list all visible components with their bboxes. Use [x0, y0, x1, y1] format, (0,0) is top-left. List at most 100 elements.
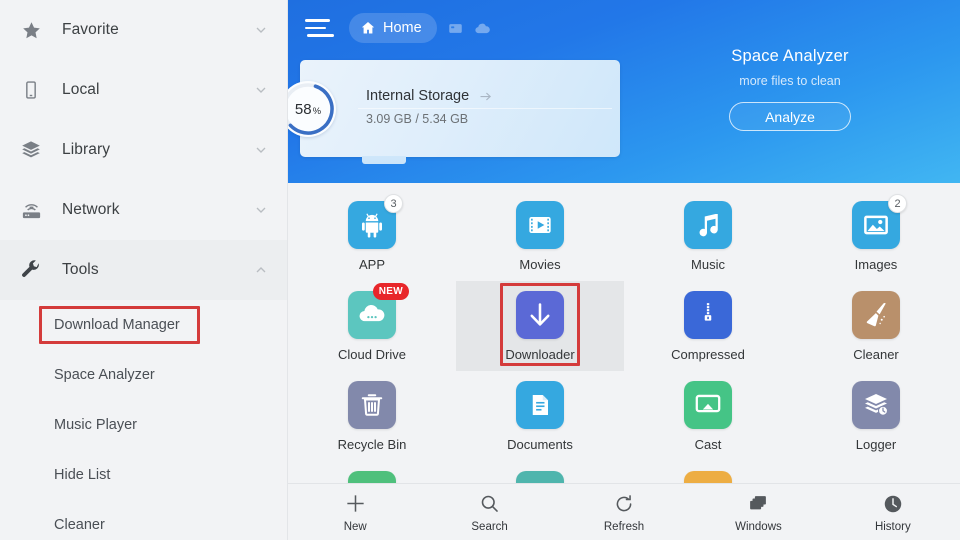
- grid-item-movies[interactable]: Movies: [456, 191, 624, 281]
- sidebar-group-network[interactable]: Network: [0, 180, 287, 240]
- arrow-right-icon[interactable]: [478, 89, 493, 104]
- router-wifi-icon: [16, 195, 46, 225]
- sidebar-group-label: Network: [62, 201, 120, 218]
- grid-item-partial-1[interactable]: [288, 461, 456, 483]
- home-icon: [360, 20, 376, 36]
- grid-item-recycle-bin[interactable]: Recycle Bin: [288, 371, 456, 461]
- storage-title-row: Internal Storage: [366, 88, 493, 104]
- chevron-down-icon[interactable]: [253, 22, 269, 38]
- video-file-icon: [516, 201, 564, 249]
- grid-item-label: APP: [358, 257, 385, 272]
- percent-sign: %: [312, 105, 322, 117]
- grid-item-label: Downloader: [505, 347, 575, 362]
- zip-file-icon: [684, 291, 732, 339]
- search-icon: [478, 492, 502, 516]
- header-banner: Home 58% Internal Storage 3.09 GB / 5.34…: [288, 0, 960, 183]
- sidebar-item-label: Hide List: [54, 467, 111, 483]
- bottom-nav-label: New: [343, 520, 367, 533]
- sidebar-group-label: Library: [62, 141, 111, 158]
- sidebar-group-label: Favorite: [62, 21, 119, 38]
- bottom-nav-new[interactable]: New: [288, 484, 422, 540]
- hamburger-icon[interactable]: [305, 17, 334, 39]
- logger-icon: [852, 381, 900, 429]
- file-manager-app: Favorite Local Library Network Tools Dow…: [0, 0, 960, 540]
- bottom-nav-windows[interactable]: Windows: [691, 484, 825, 540]
- trash-icon: [348, 381, 396, 429]
- sidebar-item-music-player[interactable]: Music Player: [0, 400, 287, 450]
- refresh-icon: [612, 492, 636, 516]
- main-content: Home 58% Internal Storage 3.09 GB / 5.34…: [288, 0, 960, 540]
- sidebar-item-label: Download Manager: [54, 317, 180, 333]
- phone-icon: [16, 75, 46, 105]
- storage-usage-text: 3.09 GB / 5.34 GB: [366, 112, 469, 126]
- sidebar-group-label: Local: [62, 81, 100, 98]
- badge-count: 2: [888, 194, 907, 213]
- space-analyzer-title: Space Analyzer: [731, 47, 849, 65]
- sidebar-group-library[interactable]: Library: [0, 120, 287, 180]
- apps-grid-scroll[interactable]: 3 APP Movies Music 2 Images NEW Cloud Dr…: [288, 183, 960, 483]
- storage-usage-ring: 58%: [288, 81, 336, 137]
- bottom-nav-refresh[interactable]: Refresh: [557, 484, 691, 540]
- chevron-up-icon[interactable]: [253, 262, 269, 278]
- grid-item-label: Cast: [694, 437, 722, 452]
- chevron-down-icon[interactable]: [253, 142, 269, 158]
- bottom-nav-search[interactable]: Search: [422, 484, 556, 540]
- grid-item-partial-2[interactable]: [456, 461, 624, 483]
- grid-item-downloader[interactable]: Downloader: [456, 281, 624, 371]
- analyze-button[interactable]: Analyze: [729, 102, 851, 131]
- grid-item-partial-3[interactable]: [624, 461, 792, 483]
- grid-item-label: Music: [691, 257, 725, 272]
- sidebar-item-label: Space Analyzer: [54, 367, 155, 383]
- grid-item-documents[interactable]: Documents: [456, 371, 624, 461]
- bottom-nav-label: Windows: [735, 520, 782, 533]
- sidebar-group-favorite[interactable]: Favorite: [0, 0, 287, 60]
- grid-item-label: Movies: [519, 257, 561, 272]
- storage-title: Internal Storage: [366, 88, 470, 104]
- windows-stack-icon: [746, 492, 770, 516]
- grid-item-logger[interactable]: Logger: [792, 371, 960, 461]
- chevron-down-icon[interactable]: [253, 82, 269, 98]
- grid-item-label: Recycle Bin: [337, 437, 407, 452]
- music-file-icon: [684, 201, 732, 249]
- grid-item-partial-4: [792, 461, 960, 483]
- bottom-nav-history[interactable]: History: [826, 484, 960, 540]
- bottom-nav-label: Search: [471, 520, 508, 533]
- tab-home[interactable]: Home: [349, 13, 437, 43]
- grid-item-music[interactable]: Music: [624, 191, 792, 281]
- window-tab-icon[interactable]: [448, 21, 463, 36]
- sidebar-item-download-manager[interactable]: Download Manager: [0, 300, 287, 350]
- chevron-down-icon[interactable]: [253, 202, 269, 218]
- wrench-icon: [16, 255, 46, 285]
- sidebar-group-local[interactable]: Local: [0, 60, 287, 120]
- grid-item-compressed[interactable]: Compressed: [624, 281, 792, 371]
- plus-icon: [343, 492, 367, 516]
- grid-item-label: Cleaner: [853, 347, 899, 362]
- partial-orange-icon: [684, 471, 732, 483]
- sidebar-item-hide-list[interactable]: Hide List: [0, 450, 287, 500]
- storage-percent-value: 58: [294, 100, 312, 118]
- badge-new: NEW: [372, 283, 409, 300]
- cloud-drive-icon: NEW: [348, 283, 409, 339]
- grid-item-cloud-drive[interactable]: NEW Cloud Drive: [288, 281, 456, 371]
- sidebar-item-cleaner[interactable]: Cleaner: [0, 500, 287, 540]
- cast-icon: [684, 381, 732, 429]
- sidebar-item-space-analyzer[interactable]: Space Analyzer: [0, 350, 287, 400]
- layers-icon: [16, 135, 46, 165]
- grid-item-app[interactable]: 3 APP: [288, 191, 456, 281]
- grid-item-images[interactable]: 2 Images: [792, 191, 960, 281]
- grid-item-label: Logger: [855, 437, 897, 452]
- grid-item-cast[interactable]: Cast: [624, 371, 792, 461]
- grid-item-label: Cloud Drive: [338, 347, 406, 362]
- tab-home-label: Home: [383, 20, 422, 36]
- sidebar: Favorite Local Library Network Tools Dow…: [0, 0, 288, 540]
- document-file-icon: [516, 381, 564, 429]
- internal-storage-card[interactable]: 58% Internal Storage 3.09 GB / 5.34 GB: [288, 60, 620, 164]
- bottom-navigation: New Search Refresh Windows History: [288, 483, 960, 540]
- sidebar-group-tools[interactable]: Tools: [0, 240, 287, 300]
- grid-item-cleaner[interactable]: Cleaner: [792, 281, 960, 371]
- broom-icon: [852, 291, 900, 339]
- cloud-icon[interactable]: [474, 20, 491, 37]
- sidebar-item-label: Cleaner: [54, 517, 105, 533]
- space-analyzer-promo: Space Analyzer more files to clean Analy…: [620, 47, 960, 131]
- grid-item-label: Images: [854, 257, 898, 272]
